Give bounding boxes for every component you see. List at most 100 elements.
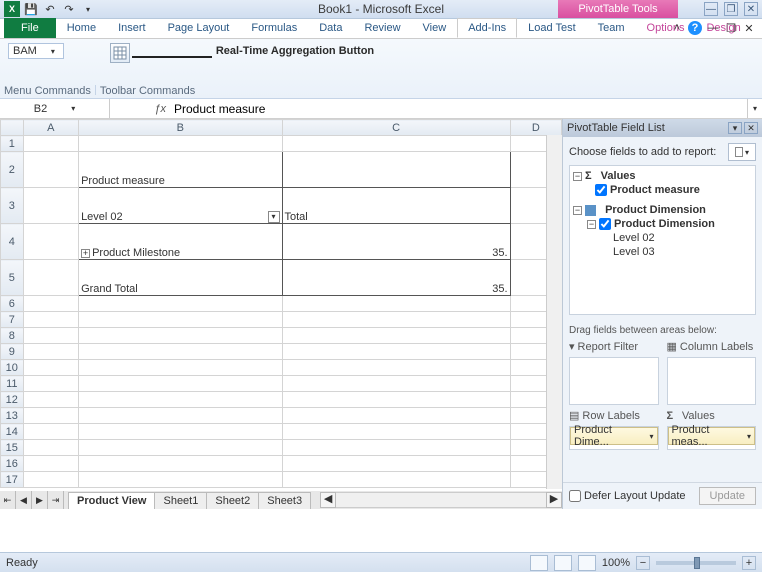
tab-nav-prev[interactable]: ◀ bbox=[16, 491, 32, 509]
restore-button[interactable]: ❐ bbox=[724, 2, 738, 16]
row-header[interactable]: 14 bbox=[1, 424, 24, 440]
collapse-icon[interactable]: − bbox=[587, 220, 596, 229]
expand-icon[interactable]: + bbox=[81, 249, 90, 258]
pane-header[interactable]: PivotTable Field List ▾ ✕ bbox=[563, 119, 762, 137]
tab-add-ins[interactable]: Add-Ins bbox=[457, 18, 517, 38]
zoom-in-button[interactable]: + bbox=[742, 556, 756, 570]
col-header[interactable]: B bbox=[79, 120, 282, 136]
formula-input[interactable] bbox=[170, 99, 747, 118]
row-header[interactable]: 9 bbox=[1, 344, 24, 360]
row-labels-area[interactable]: Product Dime...▾ bbox=[569, 426, 659, 450]
help-icon[interactable]: ? bbox=[688, 21, 702, 35]
minimize-button[interactable]: — bbox=[704, 2, 718, 16]
worksheet[interactable]: A B C D 1 2 Product measure 3 Level 02▾ … bbox=[0, 119, 562, 509]
row-header[interactable]: 2 bbox=[1, 152, 24, 188]
real-time-aggregation-button[interactable] bbox=[110, 43, 130, 63]
cell-total-header[interactable]: Total bbox=[282, 188, 510, 224]
cell-product-measure[interactable]: Product measure bbox=[79, 152, 282, 188]
cell-grand-total-label[interactable]: Grand Total bbox=[79, 260, 282, 296]
row-header[interactable]: 5 bbox=[1, 260, 24, 296]
field-checkbox[interactable] bbox=[595, 184, 607, 196]
undo-icon[interactable]: ↶ bbox=[42, 1, 58, 17]
doc-restore-icon[interactable]: ❐ bbox=[724, 21, 738, 35]
horizontal-scrollbar[interactable]: ◀ ▶ bbox=[320, 491, 562, 509]
cell[interactable] bbox=[282, 152, 510, 188]
col-header[interactable]: A bbox=[23, 120, 78, 136]
tab-home[interactable]: Home bbox=[56, 18, 107, 38]
sheet-tab[interactable]: Sheet1 bbox=[154, 492, 207, 509]
tab-nav-last[interactable]: ⇥ bbox=[48, 491, 64, 509]
collapse-icon[interactable]: − bbox=[573, 172, 582, 181]
select-all-corner[interactable] bbox=[1, 120, 24, 136]
row-header[interactable]: 10 bbox=[1, 360, 24, 376]
tab-insert[interactable]: Insert bbox=[107, 18, 157, 38]
col-header[interactable]: C bbox=[282, 120, 510, 136]
minimize-ribbon-icon[interactable]: ˄ bbox=[670, 21, 684, 35]
sheet-tab[interactable]: Sheet3 bbox=[258, 492, 311, 509]
row-header[interactable]: 8 bbox=[1, 328, 24, 344]
cell-level-02[interactable]: Level 02▾ bbox=[79, 188, 282, 224]
row-header[interactable]: 4 bbox=[1, 224, 24, 260]
scroll-left-button[interactable]: ◀ bbox=[320, 492, 336, 508]
tab-formulas[interactable]: Formulas bbox=[240, 18, 308, 38]
update-button[interactable]: Update bbox=[699, 487, 756, 505]
scroll-right-button[interactable]: ▶ bbox=[546, 492, 562, 508]
pivot-filter-icon[interactable]: ▾ bbox=[268, 211, 280, 223]
doc-close-icon[interactable]: ✕ bbox=[742, 21, 756, 35]
close-button[interactable]: ✕ bbox=[744, 2, 758, 16]
zoom-level[interactable]: 100% bbox=[602, 557, 630, 569]
defer-update-checkbox[interactable]: Defer Layout Update bbox=[569, 490, 686, 502]
tab-nav-first[interactable]: ⇤ bbox=[0, 491, 16, 509]
grid[interactable]: A B C D 1 2 Product measure 3 Level 02▾ … bbox=[0, 119, 562, 488]
tab-review[interactable]: Review bbox=[353, 18, 411, 38]
row-header[interactable]: 11 bbox=[1, 376, 24, 392]
zoom-slider[interactable] bbox=[656, 561, 736, 565]
sheet-tab[interactable]: Sheet2 bbox=[206, 492, 259, 509]
report-filter-area[interactable] bbox=[569, 357, 659, 405]
zoom-out-button[interactable]: − bbox=[636, 556, 650, 570]
field-tree[interactable]: −Σ Values Product measure − Product Dime… bbox=[569, 165, 756, 315]
name-box[interactable]: B2 ▾ bbox=[0, 99, 110, 118]
doc-minimize-icon[interactable]: — bbox=[706, 21, 720, 35]
tab-team[interactable]: Team bbox=[587, 18, 636, 38]
tab-nav-next[interactable]: ▶ bbox=[32, 491, 48, 509]
tab-data[interactable]: Data bbox=[308, 18, 353, 38]
excel-icon[interactable]: X bbox=[4, 1, 20, 17]
row-pill[interactable]: Product Dime...▾ bbox=[570, 427, 658, 445]
page-break-view-button[interactable] bbox=[578, 555, 596, 571]
redo-icon[interactable]: ↷ bbox=[61, 1, 77, 17]
values-area[interactable]: Product meas...▾ bbox=[667, 426, 757, 450]
row-header[interactable]: 7 bbox=[1, 312, 24, 328]
column-labels-area[interactable] bbox=[667, 357, 757, 405]
row-header[interactable]: 1 bbox=[1, 136, 24, 152]
row-header[interactable]: 6 bbox=[1, 296, 24, 312]
vertical-scrollbar[interactable] bbox=[546, 135, 562, 489]
tab-page-layout[interactable]: Page Layout bbox=[157, 18, 241, 38]
tab-view[interactable]: View bbox=[412, 18, 458, 38]
sheet-tab[interactable]: Product View bbox=[68, 492, 155, 509]
layout-options-button[interactable]: ▾ bbox=[728, 143, 756, 161]
row-header[interactable]: 15 bbox=[1, 440, 24, 456]
col-header[interactable]: D bbox=[510, 120, 561, 136]
fx-label[interactable]: ƒx bbox=[110, 99, 170, 118]
row-header[interactable]: 13 bbox=[1, 408, 24, 424]
save-icon[interactable]: 💾 bbox=[23, 1, 39, 17]
row-header[interactable]: 12 bbox=[1, 392, 24, 408]
cell-grand-total-value[interactable]: 35. bbox=[282, 260, 510, 296]
pane-close-icon[interactable]: ✕ bbox=[744, 122, 758, 134]
tab-file[interactable]: File bbox=[4, 18, 56, 38]
qat-more-icon[interactable]: ▾ bbox=[80, 1, 96, 17]
page-layout-view-button[interactable] bbox=[554, 555, 572, 571]
row-header[interactable]: 16 bbox=[1, 456, 24, 472]
field-checkbox[interactable] bbox=[599, 218, 611, 230]
normal-view-button[interactable] bbox=[530, 555, 548, 571]
row-header[interactable]: 17 bbox=[1, 472, 24, 488]
formula-expand-icon[interactable]: ▾ bbox=[747, 99, 762, 118]
row-header[interactable]: 3 bbox=[1, 188, 24, 224]
tab-load-test[interactable]: Load Test bbox=[517, 18, 587, 38]
bam-dropdown[interactable]: BAM ▾ bbox=[8, 43, 64, 59]
cell-milestone-value[interactable]: 35. bbox=[282, 224, 510, 260]
value-pill[interactable]: Product meas...▾ bbox=[668, 427, 756, 445]
pane-dropdown-icon[interactable]: ▾ bbox=[728, 122, 742, 134]
collapse-icon[interactable]: − bbox=[573, 206, 582, 215]
